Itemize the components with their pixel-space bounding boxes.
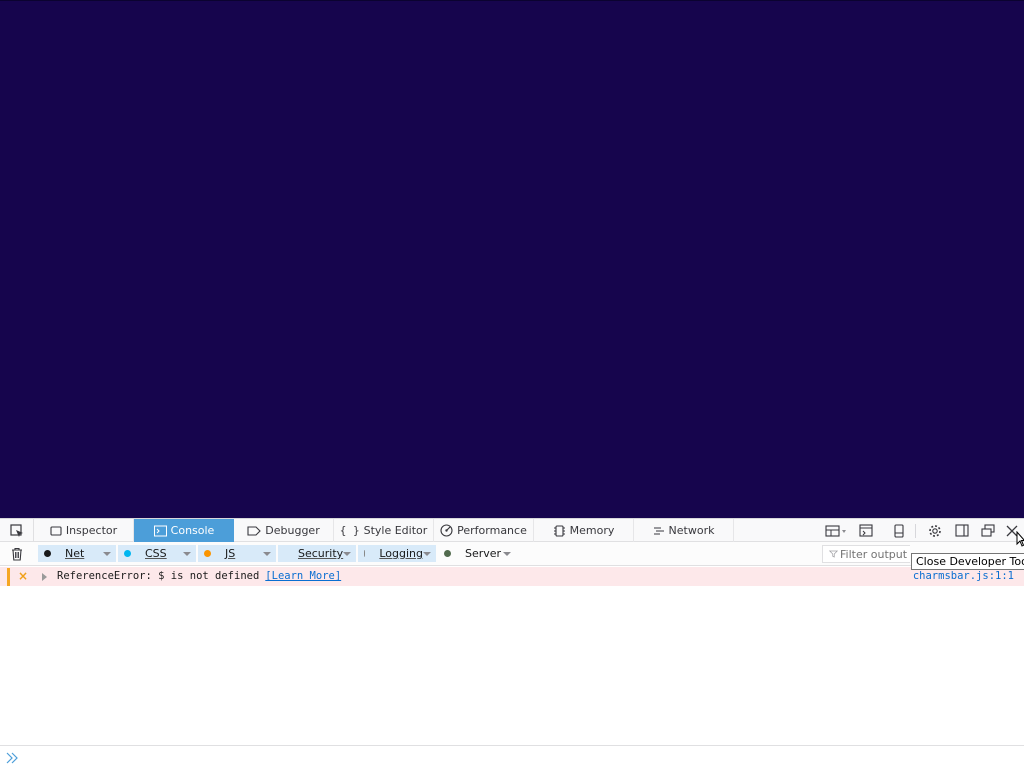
chevron-down-icon[interactable]	[503, 551, 511, 556]
tab-label: Inspector	[65, 524, 118, 537]
element-picker-icon	[9, 523, 23, 537]
dock-side-icon	[955, 524, 969, 537]
chevron-down-icon[interactable]	[183, 551, 191, 556]
console-filter-bar: Net CSS JS Security Logging Server	[0, 542, 1024, 566]
tab-label: Performance	[457, 524, 527, 537]
tab-style-editor[interactable]: { } Style Editor	[334, 519, 434, 542]
tab-debugger[interactable]: Debugger	[234, 519, 334, 542]
page-viewport	[0, 0, 1024, 518]
close-devtools-tooltip: Close Developer Tools	[911, 553, 1024, 570]
filter-output-input[interactable]	[838, 547, 910, 561]
filter-label: Server	[465, 547, 502, 560]
tab-memory[interactable]: Memory	[534, 519, 634, 542]
tab-label: Console	[170, 524, 215, 537]
undock-button[interactable]	[976, 519, 1000, 542]
tab-label: Debugger	[265, 524, 320, 537]
toolbar-separator	[915, 524, 916, 538]
server-dot-icon	[444, 550, 451, 557]
filter-server[interactable]: Server	[438, 545, 516, 562]
frames-button[interactable]	[822, 519, 850, 542]
chevron-down-icon[interactable]	[343, 551, 352, 556]
filter-net[interactable]: Net	[38, 545, 116, 562]
css-dot-icon	[124, 550, 131, 557]
filter-label: CSS	[145, 547, 167, 560]
js-dot-icon	[204, 550, 211, 557]
console-error-message: × ReferenceError: $ is not defined [Learn…	[0, 567, 1024, 586]
mouse-cursor-icon	[1016, 531, 1024, 547]
expand-arrow-icon[interactable]	[42, 573, 47, 581]
frames-icon	[825, 524, 846, 537]
chevron-down-icon[interactable]	[263, 551, 271, 556]
devtools-toolbar: Inspector Console Debugger { } Style Edi…	[0, 518, 1024, 542]
tab-performance[interactable]: Performance	[434, 519, 534, 542]
filter-logging[interactable]: Logging	[358, 545, 436, 562]
performance-icon	[440, 524, 453, 537]
responsive-design-icon	[894, 523, 904, 538]
split-console-icon	[859, 524, 873, 537]
inspector-icon	[50, 525, 62, 536]
responsive-design-button[interactable]	[887, 519, 911, 542]
filter-label: Logging	[379, 547, 423, 560]
undock-icon	[981, 524, 995, 537]
tab-label: Memory	[569, 524, 615, 537]
style-editor-icon: { }	[339, 524, 360, 537]
learn-more-link[interactable]: [Learn More]	[265, 570, 341, 582]
filter-label: Net	[65, 547, 85, 560]
message-body: ReferenceError: $ is not defined [Learn M…	[57, 570, 341, 582]
settings-icon	[929, 524, 941, 537]
error-marker	[7, 568, 10, 586]
debugger-icon	[247, 525, 262, 536]
chevron-down-icon[interactable]	[423, 551, 431, 556]
chevron-down-icon[interactable]	[103, 551, 111, 556]
tab-network[interactable]: Network	[634, 519, 734, 542]
filter-funnel-icon	[829, 550, 838, 558]
viewport-border	[0, 0, 1024, 1]
filter-js[interactable]: JS	[198, 545, 276, 562]
prompt-chevron-icon	[6, 751, 20, 765]
filter-output-box	[822, 545, 910, 563]
memory-icon	[553, 524, 565, 537]
filter-label: JS	[225, 547, 236, 560]
settings-button[interactable]	[923, 519, 947, 542]
message-text: ReferenceError: $ is not defined	[57, 570, 260, 582]
filter-label: Security	[298, 547, 344, 560]
split-console-button[interactable]	[854, 519, 878, 542]
clear-console-button[interactable]	[8, 546, 26, 562]
console-icon	[153, 525, 167, 536]
console-input[interactable]	[24, 750, 1024, 765]
network-icon	[653, 526, 664, 535]
filter-security[interactable]: Security	[278, 545, 356, 562]
tab-label: Network	[668, 524, 715, 537]
developer-tools-panel: Inspector Console Debugger { } Style Edi…	[0, 518, 1024, 768]
console-input-line	[0, 745, 1024, 769]
trash-icon	[12, 547, 22, 561]
tab-inspector[interactable]: Inspector	[34, 519, 134, 542]
tab-console[interactable]: Console	[134, 519, 234, 542]
logging-dot-icon	[364, 550, 366, 557]
error-icon: ×	[18, 569, 29, 583]
dock-side-button[interactable]	[950, 519, 974, 542]
message-source-link[interactable]: charmsbar.js:1:1	[913, 570, 1014, 582]
filter-css[interactable]: CSS	[118, 545, 196, 562]
tab-label: Style Editor	[363, 524, 428, 537]
element-picker-button[interactable]	[0, 519, 34, 542]
net-dot-icon	[44, 550, 51, 557]
